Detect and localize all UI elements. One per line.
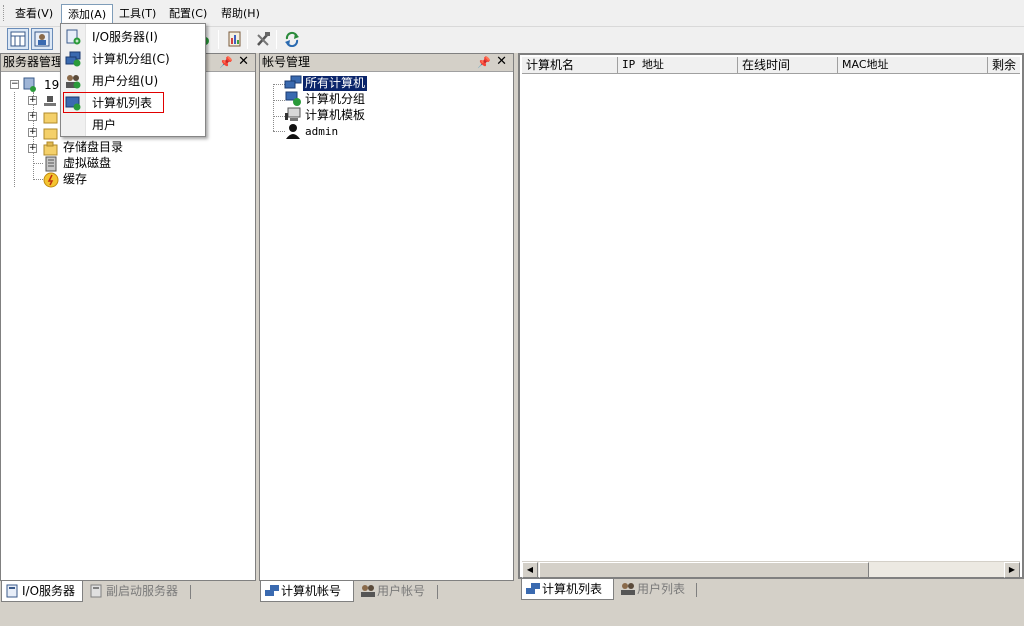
list-panel-tabs: 计算机列表 用户列表 [518,579,1024,601]
storage-directory-label[interactable]: 存储盘目录 [63,140,123,155]
tree-line [34,163,43,164]
menu-help[interactable]: 帮助(H) [215,4,266,24]
close-icon[interactable]: ✕ [496,53,507,70]
tab-divider [696,583,697,597]
list-header: 计算机名 IP 地址 在线时间 MAC地址 剩余 [522,57,1020,74]
report-button[interactable] [223,28,245,50]
menu-add-user-group-label: 用户分组(U) [92,74,159,88]
column-mac-address[interactable]: MAC地址 [838,57,988,74]
tab-secondary-boot-server[interactable]: 副启动服务器 [86,581,188,602]
menu-tools[interactable]: 工具(T) [113,4,162,24]
user-accounts-icon [360,584,376,604]
expand-icon[interactable]: + [28,128,37,137]
menubar-grip [3,5,6,21]
computer-list-icon [525,582,541,602]
tools-button[interactable] [252,28,274,50]
tab-io-server[interactable]: I/O服务器 [1,581,83,602]
computer-group-add-icon [65,51,81,70]
cache-icon [43,172,59,191]
add-menu-dropdown: I/O服务器(I) 计算机分组(C) 用户分组(U) 计算机列表 用户 [60,23,206,137]
tab-computer-accounts-label: 计算机帐号 [281,584,342,598]
server-root-icon [22,77,38,96]
column-ip-address[interactable]: IP 地址 [618,57,738,74]
tab-io-server-label: I/O服务器 [22,584,76,598]
account-manager-panel: 帐号管理 📌 ✕ 所有计算机 计算机分组 计算机模板 admin [259,53,514,581]
user-view-button[interactable] [31,28,53,50]
account-panel-title: 帐号管理 [262,55,311,69]
menu-add-user-label: 用户 [92,118,117,132]
menu-view[interactable]: 查看(V) [9,4,59,24]
computer-list-add-icon [65,95,81,114]
toolbar-separator [218,30,219,49]
account-panel-title-bar: 帐号管理 📌 ✕ [260,54,513,72]
tab-user-accounts[interactable]: 用户帐号 [357,581,435,602]
scrollbar-thumb[interactable] [539,562,869,578]
computer-list-panel: 计算机名 IP 地址 在线时间 MAC地址 剩余 ◀ ▶ [518,53,1024,579]
menu-config[interactable]: 配置(C) [163,4,213,24]
computer-group-item[interactable]: 计算机分组 [305,92,365,107]
menu-add-user[interactable]: 用户 [61,114,205,136]
menu-add-computer-list[interactable]: 计算机列表 [61,92,205,114]
tab-divider [437,585,438,599]
all-computers-item[interactable]: 所有计算机 [303,76,368,91]
menu-add[interactable]: 添加(A) [61,4,114,24]
server-panel-title: 服务器管理 [3,55,64,69]
pin-icon[interactable]: 📌 [477,54,491,71]
tree-line [273,84,274,131]
expand-icon[interactable]: + [28,112,37,121]
account-panel-tabs: 计算机帐号 用户帐号 [259,581,514,603]
layout-grid-icon [10,31,26,47]
tab-divider [190,585,191,599]
layout-view-button[interactable] [7,28,29,50]
tab-computer-accounts[interactable]: 计算机帐号 [260,581,354,602]
computer-accounts-icon [264,584,280,604]
column-remaining[interactable]: 剩余 [988,57,1020,74]
tab-user-list[interactable]: 用户列表 [617,579,695,600]
virtual-disk-label[interactable]: 虚拟磁盘 [63,156,111,171]
scroll-right-icon[interactable]: ▶ [1004,562,1020,578]
column-computer-name[interactable]: 计算机名 [522,57,618,74]
menu-add-io-server-label: I/O服务器(I) [92,30,158,44]
refresh-button[interactable] [281,28,303,50]
cache-label[interactable]: 缓存 [63,172,87,187]
menu-add-user-group[interactable]: 用户分组(U) [61,70,205,92]
toolbar-separator [247,30,248,49]
menu-add-computer-list-label: 计算机列表 [92,96,153,110]
tab-secondary-boot-server-label: 副启动服务器 [106,584,179,598]
close-icon[interactable]: ✕ [238,53,249,70]
user-card-icon [34,31,50,47]
admin-item[interactable]: admin [305,124,338,139]
server-panel-tabs: I/O服务器 副启动服务器 [0,581,256,603]
user-list-icon [620,582,636,602]
menu-add-computer-group[interactable]: 计算机分组(C) [61,48,205,70]
io-server-icon [5,584,19,604]
toolbar-separator [276,30,277,49]
tab-user-list-label: 用户列表 [637,582,686,596]
tab-user-accounts-label: 用户帐号 [377,584,426,598]
menu-add-io-server[interactable]: I/O服务器(I) [61,26,205,48]
tab-computer-list[interactable]: 计算机列表 [521,579,614,600]
secondary-server-icon [89,584,103,604]
expand-icon[interactable]: + [28,144,37,153]
expand-icon[interactable]: + [28,96,37,105]
column-online-time[interactable]: 在线时间 [738,57,838,74]
collapse-icon[interactable]: − [10,80,19,89]
report-icon [228,31,241,47]
tree-line [34,179,43,180]
refresh-icon [285,31,299,47]
scroll-left-icon[interactable]: ◀ [522,562,538,578]
tools-icon [257,32,270,46]
menu-add-computer-group-label: 计算机分组(C) [92,52,170,66]
user-admin-icon [284,123,302,142]
tab-computer-list-label: 计算机列表 [542,582,603,596]
pin-icon[interactable]: 📌 [219,54,233,71]
tree-line [14,92,15,187]
user-group-add-icon [65,73,81,92]
horizontal-scrollbar[interactable]: ◀ ▶ [522,561,1020,578]
computer-template-item[interactable]: 计算机模板 [305,108,365,123]
io-server-add-icon [65,29,81,48]
